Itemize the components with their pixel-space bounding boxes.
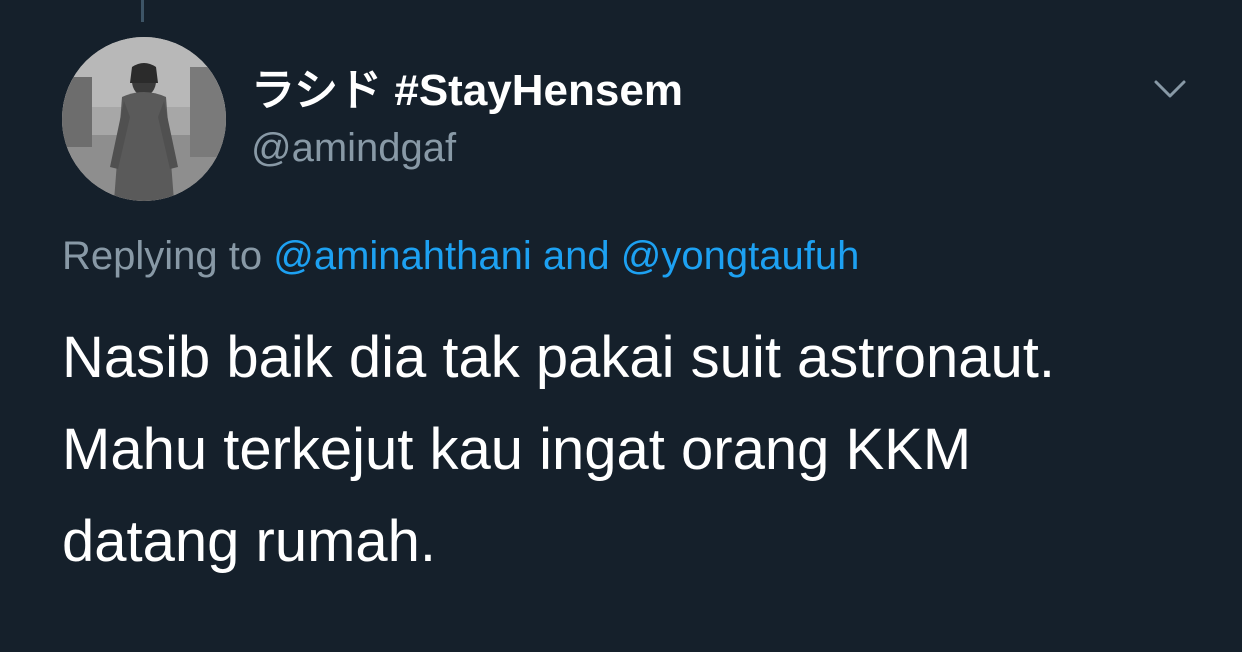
thread-connector-line <box>141 0 144 22</box>
tweet-text-line: datang rumah. <box>62 509 437 574</box>
mention-link-aminahthani[interactable]: @aminahthani <box>273 234 532 278</box>
mention-conjunction[interactable]: and <box>543 234 610 278</box>
replying-to-line: Replying to @aminahthani and @yongtaufuh <box>62 230 859 282</box>
author-display-name[interactable]: ラシド #StayHensem <box>251 66 683 116</box>
author-handle[interactable]: @amindgaf <box>251 124 456 172</box>
tweet-body: Nasib baik dia tak pakai suit astronaut.… <box>62 312 1212 588</box>
tweet-text-line: Mahu terkejut kau ingat orang KKM <box>62 417 972 482</box>
mention-link-yongtaufuh[interactable]: @yongtaufuh <box>621 234 860 278</box>
avatar[interactable] <box>62 37 226 201</box>
replying-to-label: Replying to <box>62 234 263 278</box>
avatar-photo <box>62 37 226 201</box>
tweet-text-line: Nasib baik dia tak pakai suit astronaut. <box>62 325 1055 390</box>
chevron-down-icon[interactable] <box>1148 72 1192 106</box>
